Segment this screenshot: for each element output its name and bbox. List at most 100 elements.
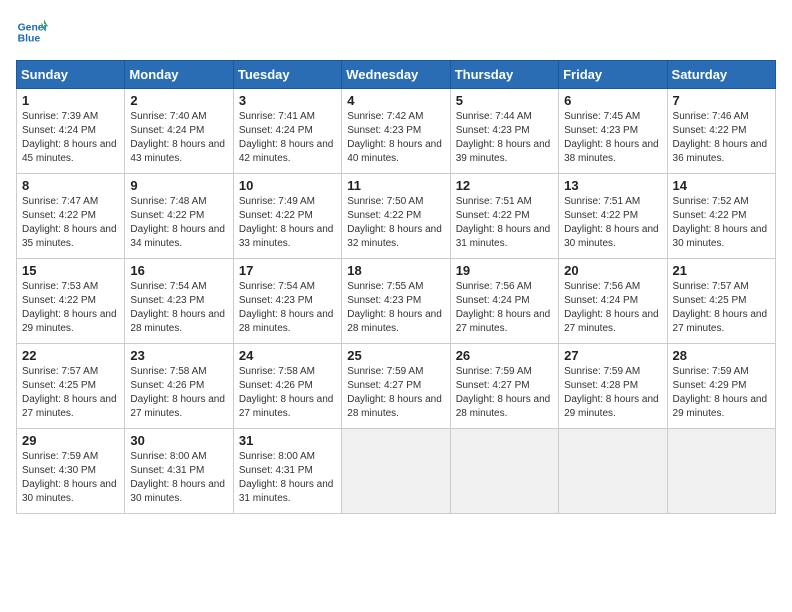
day-info: Sunrise: 7:58 AMSunset: 4:26 PMDaylight:… (130, 365, 227, 421)
day-info: Sunrise: 7:48 AMSunset: 4:22 PMDaylight:… (130, 195, 227, 251)
day-info: Sunrise: 7:54 AMSunset: 4:23 PMDaylight:… (239, 280, 336, 336)
calendar-cell: 7 Sunrise: 7:46 AMSunset: 4:22 PMDaylight… (667, 89, 775, 174)
weekday-header-row: SundayMondayTuesdayWednesdayThursdayFrid… (17, 61, 776, 89)
day-info: Sunrise: 7:57 AMSunset: 4:25 PMDaylight:… (673, 280, 770, 336)
day-number: 16 (130, 263, 227, 278)
calendar-cell: 29Sunrise: 7:59 AMSunset: 4:30 PMDayligh… (17, 429, 125, 514)
day-number: 27 (564, 348, 661, 363)
calendar-cell: 28 Sunrise: 7:59 AMSunset: 4:29 PMDayligh… (667, 344, 775, 429)
day-info: Sunrise: 7:58 AMSunset: 4:26 PMDaylight:… (239, 365, 336, 421)
calendar-cell: 18 Sunrise: 7:55 AMSunset: 4:23 PMDayligh… (342, 259, 450, 344)
calendar-cell: 25 Sunrise: 7:59 AMSunset: 4:27 PMDayligh… (342, 344, 450, 429)
day-number: 21 (673, 263, 770, 278)
day-info: Sunrise: 7:56 AMSunset: 4:24 PMDaylight:… (456, 280, 553, 336)
calendar-cell: 14 Sunrise: 7:52 AMSunset: 4:22 PMDayligh… (667, 174, 775, 259)
day-number: 2 (130, 93, 227, 108)
weekday-header: Saturday (667, 61, 775, 89)
day-number: 11 (347, 178, 444, 193)
day-number: 28 (673, 348, 770, 363)
calendar-cell: 8 Sunrise: 7:47 AMSunset: 4:22 PMDaylight… (17, 174, 125, 259)
calendar-cell: 3 Sunrise: 7:41 AMSunset: 4:24 PMDaylight… (233, 89, 341, 174)
calendar-cell: 30Sunrise: 8:00 AMSunset: 4:31 PMDayligh… (125, 429, 233, 514)
day-number: 31 (239, 433, 336, 448)
day-number: 9 (130, 178, 227, 193)
day-info: Sunrise: 7:41 AMSunset: 4:24 PMDaylight:… (239, 110, 336, 166)
page-header: General Blue (16, 16, 776, 48)
svg-text:Blue: Blue (18, 34, 41, 45)
day-number: 8 (22, 178, 119, 193)
day-number: 25 (347, 348, 444, 363)
day-info: Sunrise: 7:59 AMSunset: 4:27 PMDaylight:… (456, 365, 553, 421)
calendar-cell: 15Sunrise: 7:53 AMSunset: 4:22 PMDayligh… (17, 259, 125, 344)
day-info: Sunrise: 7:44 AMSunset: 4:23 PMDaylight:… (456, 110, 553, 166)
calendar-cell: 10Sunrise: 7:49 AMSunset: 4:22 PMDayligh… (233, 174, 341, 259)
day-info: Sunrise: 7:51 AMSunset: 4:22 PMDaylight:… (564, 195, 661, 251)
day-number: 20 (564, 263, 661, 278)
day-info: Sunrise: 7:56 AMSunset: 4:24 PMDaylight:… (564, 280, 661, 336)
day-info: Sunrise: 7:52 AMSunset: 4:22 PMDaylight:… (673, 195, 770, 251)
day-number: 26 (456, 348, 553, 363)
calendar-week-row: 1 Sunrise: 7:39 AMSunset: 4:24 PMDaylight… (17, 89, 776, 174)
day-info: Sunrise: 7:42 AMSunset: 4:23 PMDaylight:… (347, 110, 444, 166)
calendar-cell: 12 Sunrise: 7:51 AMSunset: 4:22 PMDayligh… (450, 174, 558, 259)
day-info: Sunrise: 7:59 AMSunset: 4:28 PMDaylight:… (564, 365, 661, 421)
calendar-cell: 4 Sunrise: 7:42 AMSunset: 4:23 PMDaylight… (342, 89, 450, 174)
calendar-cell: 21 Sunrise: 7:57 AMSunset: 4:25 PMDayligh… (667, 259, 775, 344)
calendar-cell: 16Sunrise: 7:54 AMSunset: 4:23 PMDayligh… (125, 259, 233, 344)
day-info: Sunrise: 7:45 AMSunset: 4:23 PMDaylight:… (564, 110, 661, 166)
calendar-cell (450, 429, 558, 514)
calendar-cell: 6Sunrise: 7:45 AMSunset: 4:23 PMDaylight… (559, 89, 667, 174)
calendar-cell: 22Sunrise: 7:57 AMSunset: 4:25 PMDayligh… (17, 344, 125, 429)
calendar-cell: 11 Sunrise: 7:50 AMSunset: 4:22 PMDayligh… (342, 174, 450, 259)
day-number: 12 (456, 178, 553, 193)
calendar-cell (667, 429, 775, 514)
calendar-week-row: 29Sunrise: 7:59 AMSunset: 4:30 PMDayligh… (17, 429, 776, 514)
calendar-cell: 24 Sunrise: 7:58 AMSunset: 4:26 PMDayligh… (233, 344, 341, 429)
day-info: Sunrise: 7:55 AMSunset: 4:23 PMDaylight:… (347, 280, 444, 336)
day-number: 18 (347, 263, 444, 278)
calendar-table: SundayMondayTuesdayWednesdayThursdayFrid… (16, 60, 776, 514)
day-info: Sunrise: 7:59 AMSunset: 4:29 PMDaylight:… (673, 365, 770, 421)
calendar-cell: 13 Sunrise: 7:51 AMSunset: 4:22 PMDayligh… (559, 174, 667, 259)
calendar-cell: 26 Sunrise: 7:59 AMSunset: 4:27 PMDayligh… (450, 344, 558, 429)
day-number: 5 (456, 93, 553, 108)
day-info: Sunrise: 7:59 AMSunset: 4:27 PMDaylight:… (347, 365, 444, 421)
weekday-header: Monday (125, 61, 233, 89)
calendar-cell: 27 Sunrise: 7:59 AMSunset: 4:28 PMDayligh… (559, 344, 667, 429)
day-number: 14 (673, 178, 770, 193)
day-number: 17 (239, 263, 336, 278)
day-info: Sunrise: 7:49 AMSunset: 4:22 PMDaylight:… (239, 195, 336, 251)
day-info: Sunrise: 7:47 AMSunset: 4:22 PMDaylight:… (22, 195, 119, 251)
calendar-cell: 17 Sunrise: 7:54 AMSunset: 4:23 PMDayligh… (233, 259, 341, 344)
day-info: Sunrise: 7:39 AMSunset: 4:24 PMDaylight:… (22, 110, 119, 166)
day-info: Sunrise: 7:57 AMSunset: 4:25 PMDaylight:… (22, 365, 119, 421)
logo: General Blue (16, 16, 48, 48)
day-number: 7 (673, 93, 770, 108)
day-info: Sunrise: 7:53 AMSunset: 4:22 PMDaylight:… (22, 280, 119, 336)
calendar-cell: 9 Sunrise: 7:48 AMSunset: 4:22 PMDaylight… (125, 174, 233, 259)
calendar-cell: 2Sunrise: 7:40 AMSunset: 4:24 PMDaylight… (125, 89, 233, 174)
day-number: 24 (239, 348, 336, 363)
calendar-cell: 19 Sunrise: 7:56 AMSunset: 4:24 PMDayligh… (450, 259, 558, 344)
day-number: 13 (564, 178, 661, 193)
calendar-cell (559, 429, 667, 514)
weekday-header: Sunday (17, 61, 125, 89)
calendar-cell: 23Sunrise: 7:58 AMSunset: 4:26 PMDayligh… (125, 344, 233, 429)
day-number: 4 (347, 93, 444, 108)
weekday-header: Wednesday (342, 61, 450, 89)
day-number: 1 (22, 93, 119, 108)
calendar-cell (342, 429, 450, 514)
calendar-cell: 31 Sunrise: 8:00 AMSunset: 4:31 PMDayligh… (233, 429, 341, 514)
weekday-header: Thursday (450, 61, 558, 89)
calendar-cell: 1 Sunrise: 7:39 AMSunset: 4:24 PMDaylight… (17, 89, 125, 174)
day-info: Sunrise: 7:46 AMSunset: 4:22 PMDaylight:… (673, 110, 770, 166)
day-info: Sunrise: 7:51 AMSunset: 4:22 PMDaylight:… (456, 195, 553, 251)
day-number: 3 (239, 93, 336, 108)
day-info: Sunrise: 8:00 AMSunset: 4:31 PMDaylight:… (130, 450, 227, 506)
day-info: Sunrise: 7:50 AMSunset: 4:22 PMDaylight:… (347, 195, 444, 251)
day-number: 19 (456, 263, 553, 278)
day-number: 29 (22, 433, 119, 448)
day-info: Sunrise: 8:00 AMSunset: 4:31 PMDaylight:… (239, 450, 336, 506)
weekday-header: Friday (559, 61, 667, 89)
calendar-cell: 20 Sunrise: 7:56 AMSunset: 4:24 PMDayligh… (559, 259, 667, 344)
